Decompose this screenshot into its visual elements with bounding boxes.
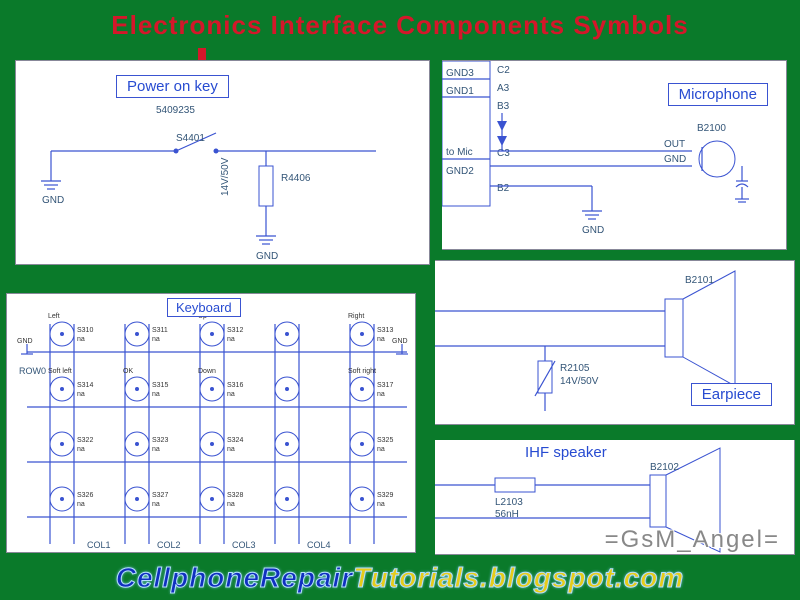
footer-a: CellphoneRepair [116, 562, 353, 593]
pin-c3: C3 [497, 148, 510, 159]
svg-text:GND: GND [17, 338, 33, 345]
power-partno: 5409235 [156, 105, 195, 116]
svg-text:na: na [77, 391, 85, 398]
svg-text:S317: S317 [377, 382, 393, 389]
pin-b2: B2 [497, 183, 510, 194]
row0: ROW0 [19, 366, 46, 376]
svg-text:S323: S323 [152, 437, 168, 444]
svg-text:na: na [227, 446, 235, 453]
svg-text:GND: GND [392, 338, 408, 345]
ihf-part: L2103 [495, 497, 523, 508]
ihf-label: IHF speaker [525, 444, 607, 461]
svg-text:na: na [377, 501, 385, 508]
svg-text:na: na [227, 391, 235, 398]
col4: COL4 [307, 540, 331, 550]
gnd2: GND [256, 251, 278, 262]
svg-text:na: na [77, 336, 85, 343]
mic-gnd-b: GND [582, 225, 604, 236]
svg-text:na: na [227, 501, 235, 508]
svg-text:na: na [152, 446, 160, 453]
svg-text:S326: S326 [77, 492, 93, 499]
mic-label: Microphone [668, 83, 768, 106]
svg-text:Soft right: Soft right [348, 368, 376, 375]
svg-text:Left: Left [48, 313, 60, 320]
footer-url: CellphoneRepairTutorials.blogspot.com [0, 562, 800, 594]
svg-text:S310: S310 [77, 327, 93, 334]
svg-text:OK: OK [123, 368, 133, 375]
pin-gnd2: GND2 [446, 166, 474, 177]
svg-text:na: na [377, 446, 385, 453]
svg-text:na: na [152, 391, 160, 398]
ear-label: Earpiece [691, 383, 772, 406]
svg-text:S316: S316 [227, 382, 243, 389]
svg-text:Down: Down [198, 368, 216, 375]
resistor-id: R4406 [281, 173, 311, 184]
col3: COL3 [232, 540, 256, 550]
svg-text:S328: S328 [227, 492, 243, 499]
gnd1: GND [42, 195, 64, 206]
volt-label: 14V/50V [220, 157, 231, 196]
svg-text:na: na [377, 336, 385, 343]
ear-id: B2101 [685, 275, 714, 286]
pin-gnd1: GND1 [446, 86, 474, 97]
mic-id: B2100 [697, 123, 726, 134]
ear-volt: 14V/50V [560, 376, 599, 387]
svg-text:S327: S327 [152, 492, 168, 499]
panel-microphone: Microphone GND3 GND1 to Mic GND2 C2 A3 B… [442, 60, 787, 250]
panel-power-on-key: Power on key 5409235 S4401 GND R4406 14V… [15, 60, 430, 265]
keyboard-svg: S310naLeftS311naS312naUpS313naRightS314n… [7, 294, 416, 553]
svg-text:S325: S325 [377, 437, 393, 444]
page-title: Electronics Interface Components Symbols [0, 10, 800, 41]
svg-text:Soft left: Soft left [48, 368, 72, 375]
panel-keyboard: Keyboard S310naLeftS311naS312naUpS313naR… [6, 293, 416, 553]
svg-text:na: na [227, 336, 235, 343]
ihf-val: 56nH [495, 509, 519, 520]
power-label: Power on key [116, 75, 229, 98]
svg-text:S312: S312 [227, 327, 243, 334]
ihf-id: B2102 [650, 462, 679, 473]
panel-earpiece: Earpiece B2101 R2105 14V/50V [435, 260, 795, 425]
col2: COL2 [157, 540, 181, 550]
ear-part: R2105 [560, 363, 590, 374]
switch-id: S4401 [176, 133, 205, 144]
pin-a3: A3 [497, 83, 510, 94]
keyboard-label: Keyboard [167, 298, 241, 317]
col1: COL1 [87, 540, 111, 550]
pin-c2: C2 [497, 65, 510, 76]
svg-text:na: na [77, 501, 85, 508]
pin-tomic: to Mic [446, 147, 473, 158]
svg-text:na: na [77, 446, 85, 453]
mic-out: OUT [664, 139, 685, 150]
svg-text:S315: S315 [152, 382, 168, 389]
pin-b3: B3 [497, 101, 510, 112]
svg-text:Right: Right [348, 313, 364, 320]
svg-text:na: na [152, 501, 160, 508]
svg-text:na: na [377, 391, 385, 398]
svg-text:S313: S313 [377, 327, 393, 334]
mic-gnd: GND [664, 154, 686, 165]
svg-text:na: na [152, 336, 160, 343]
svg-text:S314: S314 [77, 382, 93, 389]
svg-text:S324: S324 [227, 437, 243, 444]
pin-gnd3: GND3 [446, 68, 474, 79]
svg-text:S322: S322 [77, 437, 93, 444]
svg-text:S329: S329 [377, 492, 393, 499]
credit-text: =GsM_Angel= [605, 526, 780, 554]
footer-b: Tutorials.blogspot.com [353, 562, 684, 593]
svg-text:S311: S311 [152, 327, 168, 334]
